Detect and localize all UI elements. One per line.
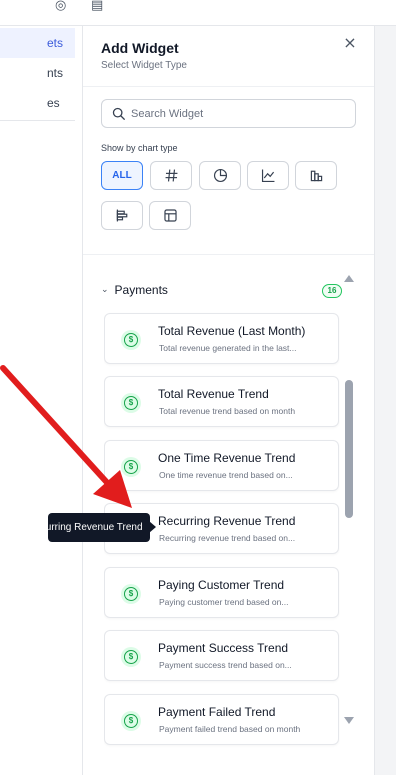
tooltip-text: Recurring Revenue Trend [48,522,143,533]
dollar-icon: $ [121,584,141,604]
dollar-icon: $ [121,393,141,413]
widget-desc: Recurring revenue trend based on... [159,533,296,543]
dollar-icon: $ [121,330,141,350]
widget-desc: Total revenue trend based on month [159,406,296,416]
cloud-icon[interactable]: ◎ [55,0,66,13]
nav-item-3[interactable]: es [0,88,75,118]
widget-title: One Time Revenue Trend [158,451,296,465]
right-panel-edge [374,26,396,775]
dollar-icon: $ [121,647,141,667]
widget-title: Payment Success Trend [158,641,289,655]
widget-card[interactable]: $ One Time Revenue Trend One time revenu… [104,440,339,491]
scroll-down-arrow-icon[interactable] [344,717,354,724]
tooltip-pointer [149,521,156,533]
widget-card[interactable]: $ Total Revenue (Last Month) Total reven… [104,313,339,364]
widget-title: Paying Customer Trend [158,578,285,592]
widget-card[interactable]: $ Payment Failed Trend Payment failed tr… [104,694,339,745]
widget-card[interactable]: $ Total Revenue Trend Total revenue tren… [104,376,339,427]
widget-title: Payment Failed Trend [158,705,276,719]
widget-title: Recurring Revenue Trend [158,514,296,528]
tooltip: Recurring Revenue Trend [48,513,150,542]
widget-desc: Total revenue generated in the last... [159,343,297,353]
widget-card[interactable]: $ Paying Customer Trend Paying customer … [104,567,339,618]
add-widget-panel: Add Widget Select Widget Type × Show by … [82,26,375,775]
widget-title: Total Revenue Trend [158,387,269,401]
left-nav: ets nts es [0,28,75,121]
widget-title: Total Revenue (Last Month) [158,324,306,338]
nav-item-1[interactable]: ets [0,28,75,58]
nav-item-2[interactable]: nts [0,58,75,88]
document-icon[interactable]: ▤ [91,0,103,13]
dollar-icon: $ [121,457,141,477]
widget-card[interactable]: $ Payment Success Trend Payment success … [104,630,339,681]
widget-desc: Payment success trend based on... [159,660,292,670]
widget-desc: Paying customer trend based on... [159,597,289,607]
top-toolbar: ◎ ▤ [0,0,396,22]
widget-list: $ Total Revenue (Last Month) Total reven… [104,26,340,775]
close-icon[interactable]: × [341,34,359,52]
divider [0,120,75,121]
scroll-up-arrow-icon[interactable] [344,275,354,282]
scrollbar-thumb[interactable] [345,380,353,518]
dollar-icon: $ [121,711,141,731]
widget-desc: One time revenue trend based on... [159,470,293,480]
widget-desc: Payment failed trend based on month [159,724,301,734]
